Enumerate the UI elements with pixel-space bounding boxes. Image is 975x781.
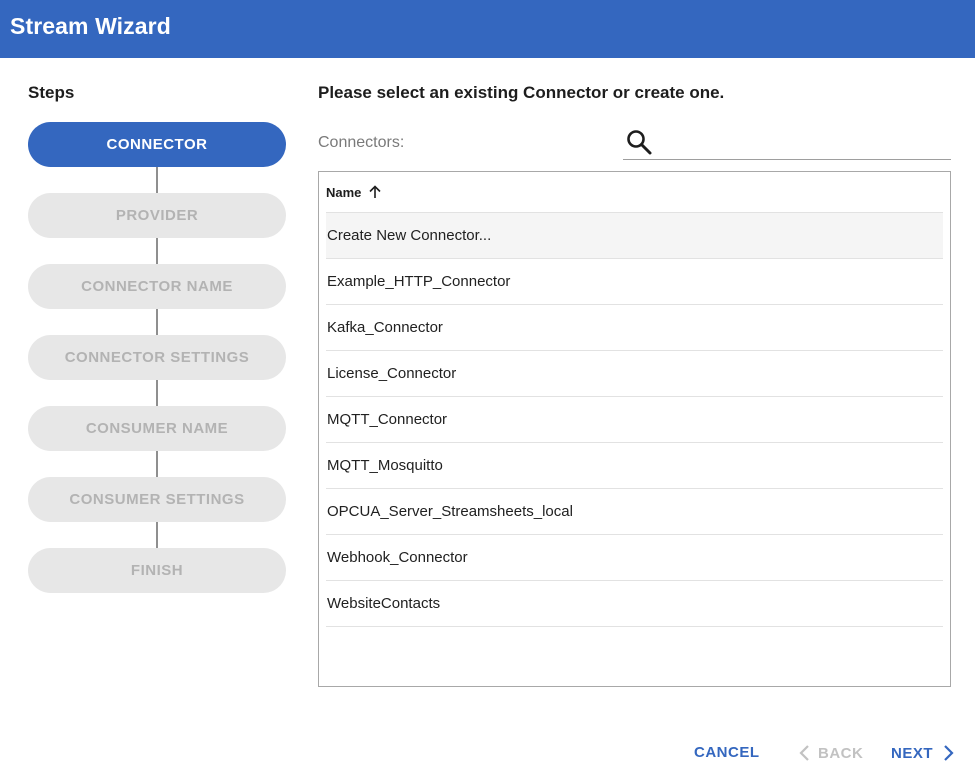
step-label: CONSUMER NAME <box>85 420 229 437</box>
step-label: FINISH <box>130 562 184 579</box>
table-body: Create New Connector... Example_HTTP_Con… <box>326 213 943 627</box>
table-row[interactable]: License_Connector <box>326 351 943 397</box>
table-row[interactable]: OPCUA_Server_Streamsheets_local <box>326 489 943 535</box>
table-row[interactable]: MQTT_Mosquitto <box>326 443 943 489</box>
step-label: CONSUMER SETTINGS <box>69 491 245 508</box>
chevron-right-icon <box>944 745 954 761</box>
table-row[interactable]: Example_HTTP_Connector <box>326 259 943 305</box>
step-connector-name[interactable]: CONNECTOR NAME <box>28 264 286 309</box>
row-name: Create New Connector... <box>327 227 492 244</box>
step-finish[interactable]: FINISH <box>28 548 286 593</box>
step-connector-settings[interactable]: CONNECTOR SETTINGS <box>28 335 286 380</box>
next-label: NEXT <box>891 744 934 762</box>
row-name: MQTT_Connector <box>327 411 448 428</box>
step-label: CONNECTOR SETTINGS <box>64 349 250 366</box>
row-name: Webhook_Connector <box>327 549 468 566</box>
table-header[interactable]: Name <box>326 172 943 213</box>
row-name: WebsiteContacts <box>327 595 441 612</box>
cancel-button[interactable]: CANCEL <box>694 744 760 761</box>
step-label: PROVIDER <box>115 207 199 224</box>
steps-heading: Steps <box>28 83 75 102</box>
back-label: BACK <box>818 744 864 762</box>
table-row[interactable]: Create New Connector... <box>326 213 943 259</box>
connectors-table: Name Create New Connector... Example_HTT… <box>318 171 951 687</box>
step-label: CONNECTOR <box>106 136 208 153</box>
step-provider[interactable]: PROVIDER <box>28 193 286 238</box>
steps-stepper: CONNECTOR PROVIDER CONNECTOR NAME CONNEC… <box>28 122 286 602</box>
row-name: License_Connector <box>327 365 457 382</box>
row-name: MQTT_Mosquitto <box>327 457 443 474</box>
step-label: CONNECTOR NAME <box>81 278 233 295</box>
search-field[interactable] <box>623 124 951 160</box>
table-row[interactable]: Kafka_Connector <box>326 305 943 351</box>
search-input[interactable] <box>661 128 946 156</box>
table-row[interactable]: WebsiteContacts <box>326 581 943 627</box>
row-name: Example_HTTP_Connector <box>327 273 511 290</box>
chevron-left-icon <box>799 745 809 761</box>
connectors-label: Connectors: <box>318 134 405 151</box>
table-row[interactable]: Webhook_Connector <box>326 535 943 581</box>
table-row[interactable]: MQTT_Connector <box>326 397 943 443</box>
step-consumer-name[interactable]: CONSUMER NAME <box>28 406 286 451</box>
row-name: Kafka_Connector <box>327 319 443 336</box>
cancel-label: CANCEL <box>694 744 760 761</box>
page-prompt: Please select an existing Connector or c… <box>318 83 725 102</box>
row-name: OPCUA_Server_Streamsheets_local <box>327 503 573 520</box>
step-consumer-settings[interactable]: CONSUMER SETTINGS <box>28 477 286 522</box>
title-bar: Stream Wizard <box>0 0 975 58</box>
step-connector[interactable]: CONNECTOR <box>28 122 286 167</box>
search-icon[interactable] <box>625 128 653 156</box>
arrow-up-icon[interactable] <box>367 184 383 200</box>
back-button[interactable]: BACK <box>798 744 863 762</box>
next-button[interactable]: NEXT <box>891 744 955 762</box>
column-header-name[interactable]: Name <box>326 185 361 200</box>
window-title: Stream Wizard <box>10 13 171 39</box>
